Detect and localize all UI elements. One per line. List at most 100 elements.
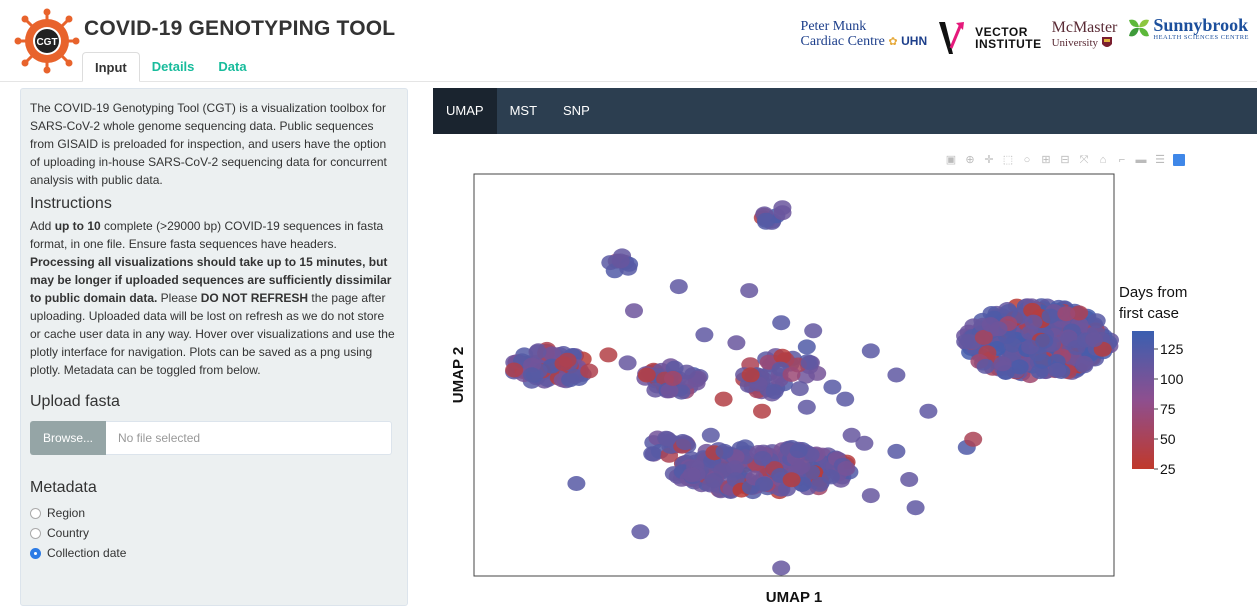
tab-mst[interactable]: MST bbox=[497, 88, 550, 134]
uhn-flower-icon: ✿ bbox=[888, 36, 898, 48]
scatter-point[interactable] bbox=[782, 366, 801, 382]
scatter-point[interactable] bbox=[797, 339, 816, 355]
radio-circle-icon[interactable] bbox=[30, 507, 41, 519]
scatter-point[interactable] bbox=[1024, 314, 1043, 330]
radio-circle-icon[interactable] bbox=[30, 527, 41, 539]
scatter-point[interactable] bbox=[956, 334, 975, 350]
scatter-point[interactable] bbox=[637, 367, 656, 383]
uhn-text: UHN bbox=[901, 34, 928, 48]
scatter-point[interactable] bbox=[701, 427, 720, 443]
browse-button[interactable]: Browse... bbox=[30, 421, 106, 455]
scatter-point[interactable] bbox=[580, 363, 599, 379]
scatter-point[interactable] bbox=[618, 355, 637, 371]
scatter-point[interactable] bbox=[631, 524, 650, 540]
scatter-point[interactable] bbox=[695, 327, 714, 343]
tab-snp[interactable]: SNP bbox=[550, 88, 603, 134]
umap-plot[interactable]: UMAP 1 UMAP 2 Days from first case 125 10… bbox=[433, 140, 1253, 606]
radio-circle-icon[interactable] bbox=[30, 547, 41, 559]
scatter-point[interactable] bbox=[900, 472, 919, 487]
scatter-point[interactable] bbox=[1035, 333, 1054, 349]
file-name-field[interactable]: No file selected bbox=[106, 421, 392, 455]
app-header: CGT COVID-19 GENOTYPING TOOL Input Detai… bbox=[0, 0, 1257, 82]
scatter-point[interactable] bbox=[823, 379, 842, 395]
scatter-point[interactable] bbox=[974, 329, 993, 345]
tab-data[interactable]: Data bbox=[206, 52, 258, 82]
vector-line2: INSTITUTE bbox=[975, 37, 1042, 51]
scatter-point[interactable] bbox=[976, 358, 995, 374]
scatter-point[interactable] bbox=[790, 381, 809, 397]
scatter-point[interactable] bbox=[906, 500, 925, 516]
scatter-point[interactable] bbox=[676, 435, 695, 451]
pmcc-logo: Peter Munk Cardiac Centre ✿ UHN bbox=[801, 20, 928, 49]
scatter-point[interactable] bbox=[755, 476, 774, 492]
scatter-point[interactable] bbox=[528, 344, 547, 360]
cgt-logo-icon: CGT bbox=[14, 8, 80, 74]
scatter-point[interactable] bbox=[765, 384, 784, 400]
scatter-point[interactable] bbox=[887, 367, 906, 383]
scatter-point[interactable] bbox=[861, 488, 880, 504]
scatter-point[interactable] bbox=[625, 303, 643, 319]
scatter-point[interactable] bbox=[772, 560, 791, 576]
scatter-point[interactable] bbox=[753, 403, 771, 419]
scatter-point[interactable] bbox=[919, 403, 938, 419]
partner-logos: Peter Munk Cardiac Centre ✿ UHN VECTOR I… bbox=[801, 16, 1249, 66]
scatter-point[interactable] bbox=[800, 355, 819, 371]
scatter-point[interactable] bbox=[789, 443, 808, 459]
tab-details[interactable]: Details bbox=[140, 52, 207, 82]
scatter-point[interactable] bbox=[1057, 306, 1076, 322]
scatter-point[interactable] bbox=[887, 443, 906, 459]
scatter-point[interactable] bbox=[772, 315, 791, 331]
scatter-point[interactable] bbox=[715, 443, 734, 459]
scatter-point[interactable] bbox=[714, 391, 733, 407]
tab-input[interactable]: Input bbox=[82, 52, 140, 82]
scatter-point[interactable] bbox=[753, 451, 772, 466]
scatter-point[interactable] bbox=[1085, 332, 1104, 348]
scatter-point[interactable] bbox=[664, 370, 682, 386]
scatter-point[interactable] bbox=[741, 367, 760, 383]
scatter-point[interactable] bbox=[658, 431, 677, 447]
scatter-point[interactable] bbox=[1075, 355, 1094, 371]
scatter-point[interactable] bbox=[836, 391, 855, 407]
scatter-point[interactable] bbox=[782, 472, 801, 488]
scatter-point[interactable] bbox=[682, 467, 701, 483]
mcmaster-line1: McMaster bbox=[1051, 19, 1118, 36]
radio-collection-date[interactable]: Collection date bbox=[30, 543, 398, 563]
scatter-point[interactable] bbox=[727, 335, 746, 351]
scatter-point[interactable] bbox=[669, 279, 688, 295]
scatter-point[interactable] bbox=[837, 461, 856, 476]
scatter-point[interactable] bbox=[797, 399, 816, 415]
scatter-point[interactable] bbox=[522, 367, 541, 383]
scatter-point[interactable] bbox=[505, 362, 524, 378]
scatter-point[interactable] bbox=[842, 427, 861, 443]
scatter-point[interactable] bbox=[773, 200, 792, 216]
colorbar-tick-label: 100 bbox=[1160, 371, 1184, 387]
scatter-point[interactable] bbox=[1048, 362, 1067, 378]
colorbar-tick-label: 75 bbox=[1160, 401, 1176, 417]
scatter-point[interactable] bbox=[643, 446, 662, 462]
instructions-heading: Instructions bbox=[30, 195, 112, 212]
metadata-heading: Metadata bbox=[30, 479, 97, 496]
y-axis-label: UMAP 2 bbox=[450, 347, 467, 403]
colorbar-ticks: 125 100 75 50 25 bbox=[1154, 341, 1184, 477]
radio-region[interactable]: Region bbox=[30, 503, 398, 523]
scatter-point[interactable] bbox=[1041, 308, 1060, 324]
scatter-point[interactable] bbox=[989, 321, 1008, 337]
scatter-point[interactable] bbox=[757, 212, 775, 228]
scatter-point[interactable] bbox=[804, 323, 823, 339]
scatter-point[interactable] bbox=[740, 283, 759, 299]
scatter-point[interactable] bbox=[861, 343, 880, 359]
tab-umap[interactable]: UMAP bbox=[433, 88, 497, 134]
scatter-point[interactable] bbox=[567, 476, 586, 491]
scatter-point[interactable] bbox=[558, 352, 577, 368]
scatter-point[interactable] bbox=[773, 348, 792, 364]
scatter-point[interactable] bbox=[705, 472, 724, 488]
scatter-point[interactable] bbox=[599, 347, 618, 363]
scatter-point[interactable] bbox=[964, 431, 983, 447]
scatter-point[interactable] bbox=[792, 459, 811, 474]
colorbar-title-line2: first case bbox=[1119, 305, 1179, 322]
scatter-point[interactable] bbox=[611, 253, 630, 269]
scatter-point[interactable] bbox=[821, 469, 840, 485]
colorbar-tick-label: 25 bbox=[1160, 461, 1176, 477]
radio-country[interactable]: Country bbox=[30, 523, 398, 543]
scatter-point[interactable] bbox=[993, 356, 1012, 372]
